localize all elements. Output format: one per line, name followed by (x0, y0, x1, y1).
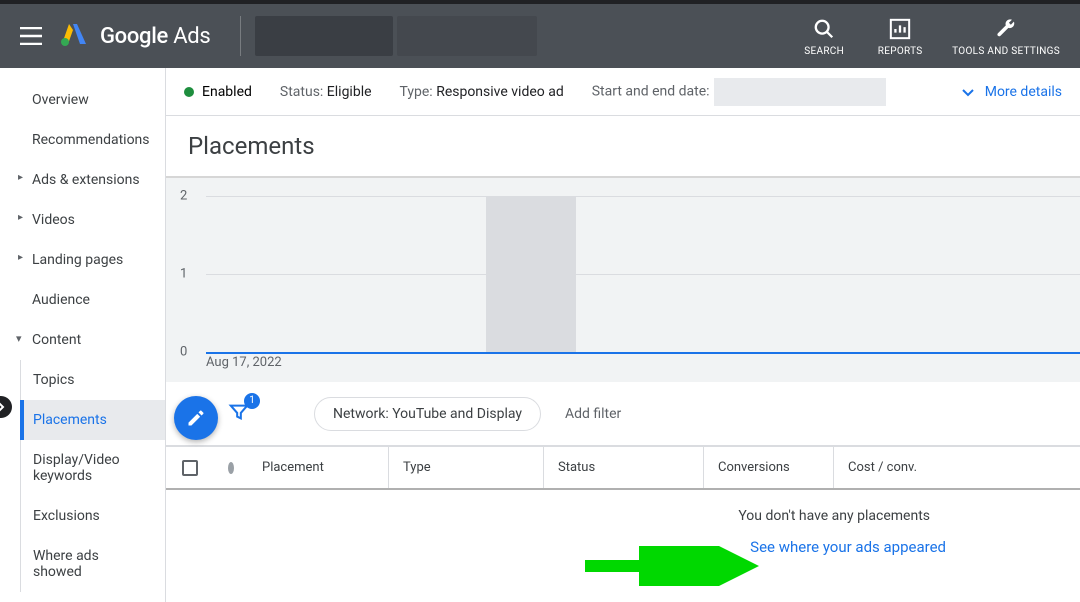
tools-button[interactable]: TOOLS AND SETTINGS (952, 16, 1060, 57)
product-logo[interactable]: Google Ads (60, 22, 210, 50)
enabled-status[interactable]: Enabled (184, 84, 252, 100)
type-value: Type: Responsive video ad (400, 84, 564, 100)
ads-logo-icon (60, 22, 86, 50)
status-bar: Enabled Status: Eligible Type: Responsiv… (166, 68, 1080, 116)
sidebar-item-overview[interactable]: Overview (0, 80, 165, 120)
sidebar-sub-placements[interactable]: Placements (21, 400, 165, 440)
sidebar-sub-where-ads-showed[interactable]: Where ads showed (21, 536, 165, 592)
sidebar: Overview Recommendations Ads & extension… (0, 68, 166, 602)
search-icon (813, 16, 835, 42)
page-title: Placements (166, 116, 1080, 178)
edit-fab[interactable] (174, 396, 218, 440)
search-button[interactable]: SEARCH (800, 16, 848, 57)
filter-bar: 1 Network: YouTube and Display Add filte… (166, 382, 1080, 446)
col-placement[interactable]: Placement (248, 460, 388, 475)
col-status[interactable]: Status (543, 447, 703, 488)
chevron-right-icon (0, 402, 6, 412)
table-header: Placement Type Status Conversions Cost /… (166, 446, 1080, 490)
ytick: 0 (180, 345, 187, 360)
status-column-icon (228, 462, 234, 474)
add-filter-button[interactable]: Add filter (565, 406, 621, 422)
x-axis-label: Aug 17, 2022 (206, 355, 282, 370)
more-details-toggle[interactable]: More details (961, 84, 1062, 100)
ytick: 1 (180, 267, 187, 282)
sidebar-item-audience[interactable]: Audience (0, 280, 165, 320)
chevron-down-icon (961, 85, 975, 99)
col-conversions[interactable]: Conversions (703, 447, 833, 488)
product-name: Google Ads (100, 24, 210, 49)
chart: 2 1 0 Aug 17, 2022 (166, 178, 1080, 382)
see-where-link[interactable]: See where your ads appeared (186, 538, 1060, 556)
account-selector[interactable] (255, 16, 393, 56)
sidebar-sub-display-video-keywords[interactable]: Display/Video keywords (21, 440, 165, 496)
status-dot-icon (184, 87, 194, 97)
col-cost-conv[interactable]: Cost / conv. (833, 447, 963, 488)
sidebar-item-landing-pages[interactable]: Landing pages (0, 240, 165, 280)
sidebar-item-recommendations[interactable]: Recommendations (0, 120, 165, 160)
filter-icon[interactable]: 1 (228, 401, 250, 427)
date-range[interactable]: Start and end date: (592, 78, 886, 106)
empty-message: You don't have any placements (186, 508, 1060, 524)
sidebar-sub-exclusions[interactable]: Exclusions (21, 496, 165, 536)
top-nav: Google Ads SEARCH REPORTS TOOLS AND SETT… (0, 4, 1080, 68)
status-eligible: Status: Eligible (280, 84, 372, 100)
sidebar-item-ads-extensions[interactable]: Ads & extensions (0, 160, 165, 200)
col-type[interactable]: Type (388, 447, 543, 488)
filter-chip-network[interactable]: Network: YouTube and Display (314, 397, 541, 431)
menu-icon[interactable] (20, 27, 42, 45)
reports-button[interactable]: REPORTS (876, 16, 924, 57)
campaign-selector[interactable] (397, 16, 537, 56)
select-all-checkbox[interactable] (182, 460, 198, 476)
filter-count-badge: 1 (244, 393, 260, 409)
sidebar-item-content[interactable]: Content (0, 320, 165, 360)
sidebar-sub-topics[interactable]: Topics (21, 360, 165, 400)
sidebar-item-videos[interactable]: Videos (0, 200, 165, 240)
reports-icon (889, 16, 911, 42)
ytick: 2 (180, 189, 187, 204)
pencil-icon (186, 408, 206, 428)
wrench-icon (995, 16, 1017, 42)
